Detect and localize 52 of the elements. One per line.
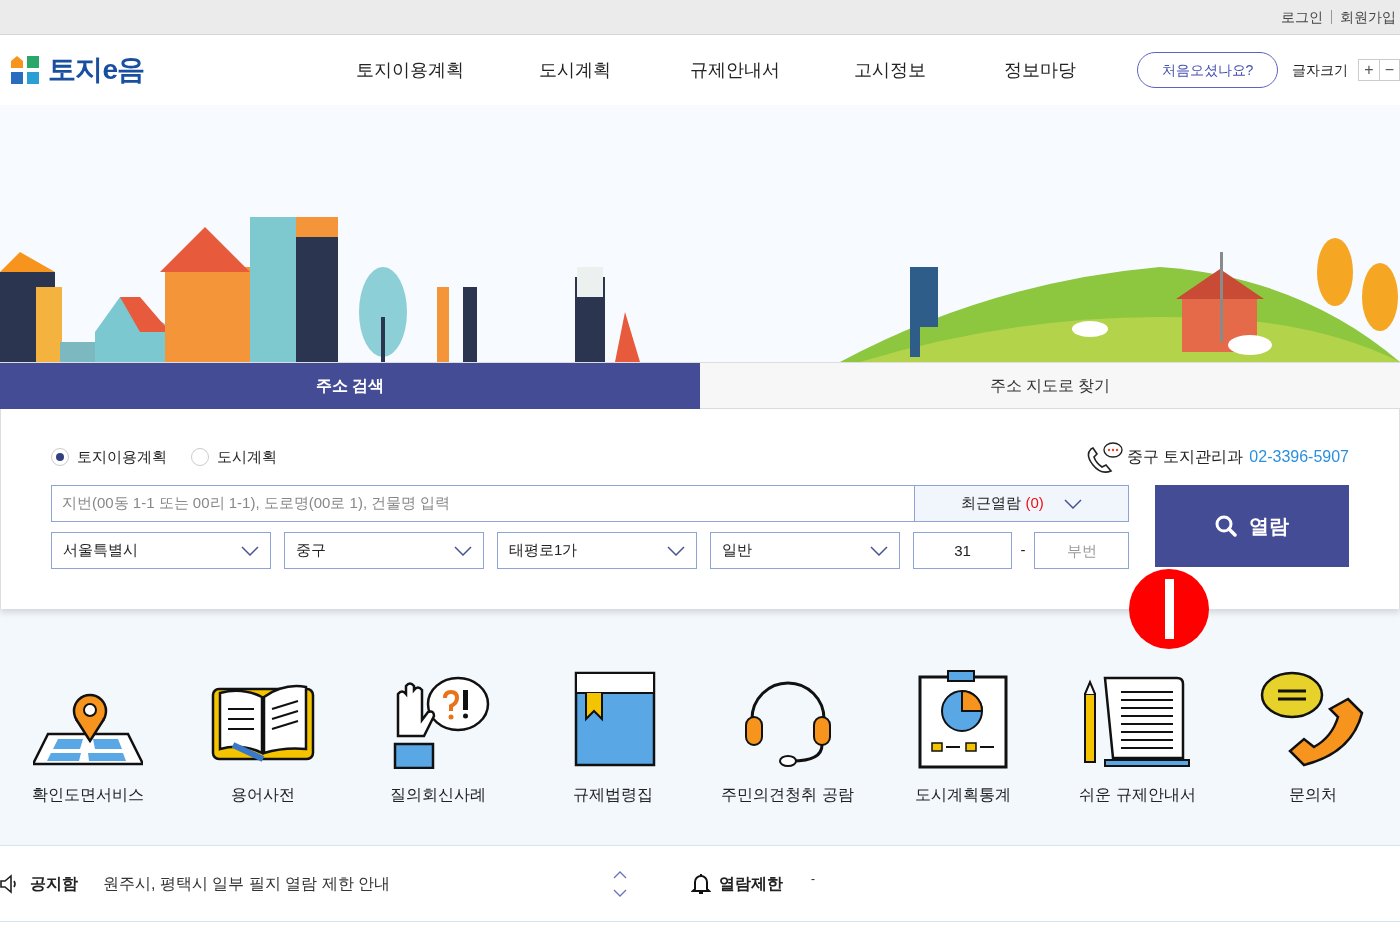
chevron-up-icon[interactable]: [613, 870, 627, 879]
restriction-label: 열람제한: [719, 873, 783, 894]
font-size-button[interactable]: −: [1379, 60, 1399, 80]
chevron-down-icon: [241, 545, 259, 556]
document-pencil-icon: [1082, 674, 1193, 769]
pie-chart-board-icon: [917, 669, 1008, 769]
region-select[interactable]: 태평로1가: [497, 532, 697, 569]
main-number-field[interactable]: 31: [913, 532, 1012, 569]
nav-link[interactable]: 규제안내서: [650, 56, 820, 84]
top-link[interactable]: 로그인: [1281, 6, 1323, 28]
radio-label[interactable]: 토지이용계획: [77, 445, 167, 469]
nav-link[interactable]: 토지이용계획: [320, 56, 500, 84]
quick-link[interactable]: 규제법령집: [525, 659, 700, 845]
nav-link[interactable]: 고시정보: [820, 56, 960, 84]
chevron-down-icon: [454, 545, 472, 556]
nav-link[interactable]: 도시계획: [500, 56, 650, 84]
nav-link[interactable]: 정보마당: [960, 56, 1120, 84]
search-tab[interactable]: 주소 검색: [0, 363, 700, 409]
logo-text[interactable]: 토지e음: [48, 49, 145, 91]
restriction-value: -: [811, 870, 815, 888]
quick-link[interactable]: 문의처: [1225, 659, 1400, 845]
quick-link[interactable]: 확인도면서비스: [0, 659, 175, 845]
region-select[interactable]: 일반: [710, 532, 900, 569]
notice-label: 공지함: [30, 873, 78, 894]
recent-views-dropdown[interactable]: 최근열람 (0): [914, 485, 1129, 522]
region-select[interactable]: 서울특별시: [51, 532, 271, 569]
address-search-field[interactable]: 지번(00동 1-1 또는 00리 1-1), 도로명(00로 1), 건물명 입력: [51, 485, 914, 522]
sub-number-field[interactable]: 부번: [1034, 532, 1129, 569]
font-size-label: 글자크기: [1292, 60, 1348, 80]
chevron-down-icon: [667, 545, 685, 556]
phone-link[interactable]: 02-3396-5907: [1249, 445, 1349, 469]
search-tab[interactable]: 주소 지도로 찾기: [700, 363, 1400, 409]
chevron-down-icon[interactable]: [613, 888, 627, 897]
chevron-down-icon: [870, 545, 888, 556]
font-size-button[interactable]: +: [1359, 60, 1379, 80]
quick-link[interactable]: 주민의견청취 공람: [700, 659, 875, 845]
phone-speech-icon: [1260, 669, 1365, 769]
search-button[interactable]: 열람: [1155, 485, 1349, 567]
top-link[interactable]: 회원가입: [1340, 6, 1396, 28]
quick-link[interactable]: 용어사전: [175, 659, 350, 845]
search-icon: [1215, 515, 1237, 537]
quick-link[interactable]: 도시계획통계: [875, 659, 1050, 845]
quick-link[interactable]: 질의회신사례: [350, 659, 525, 845]
number-separator: -: [1019, 540, 1027, 561]
contact-department: 중구 토지관리과: [1126, 447, 1244, 467]
notice-link[interactable]: 원주시, 평택시 일부 필지 열람 제한 안내: [103, 871, 613, 896]
region-select[interactable]: 중구: [284, 532, 484, 569]
logo-mark-icon: [10, 55, 40, 85]
quick-link[interactable]: 쉬운 규제안내서: [1050, 659, 1225, 845]
radio-label[interactable]: 도시계획: [217, 445, 277, 469]
bell-icon: [691, 872, 711, 895]
chevron-down-icon: [1063, 498, 1082, 509]
